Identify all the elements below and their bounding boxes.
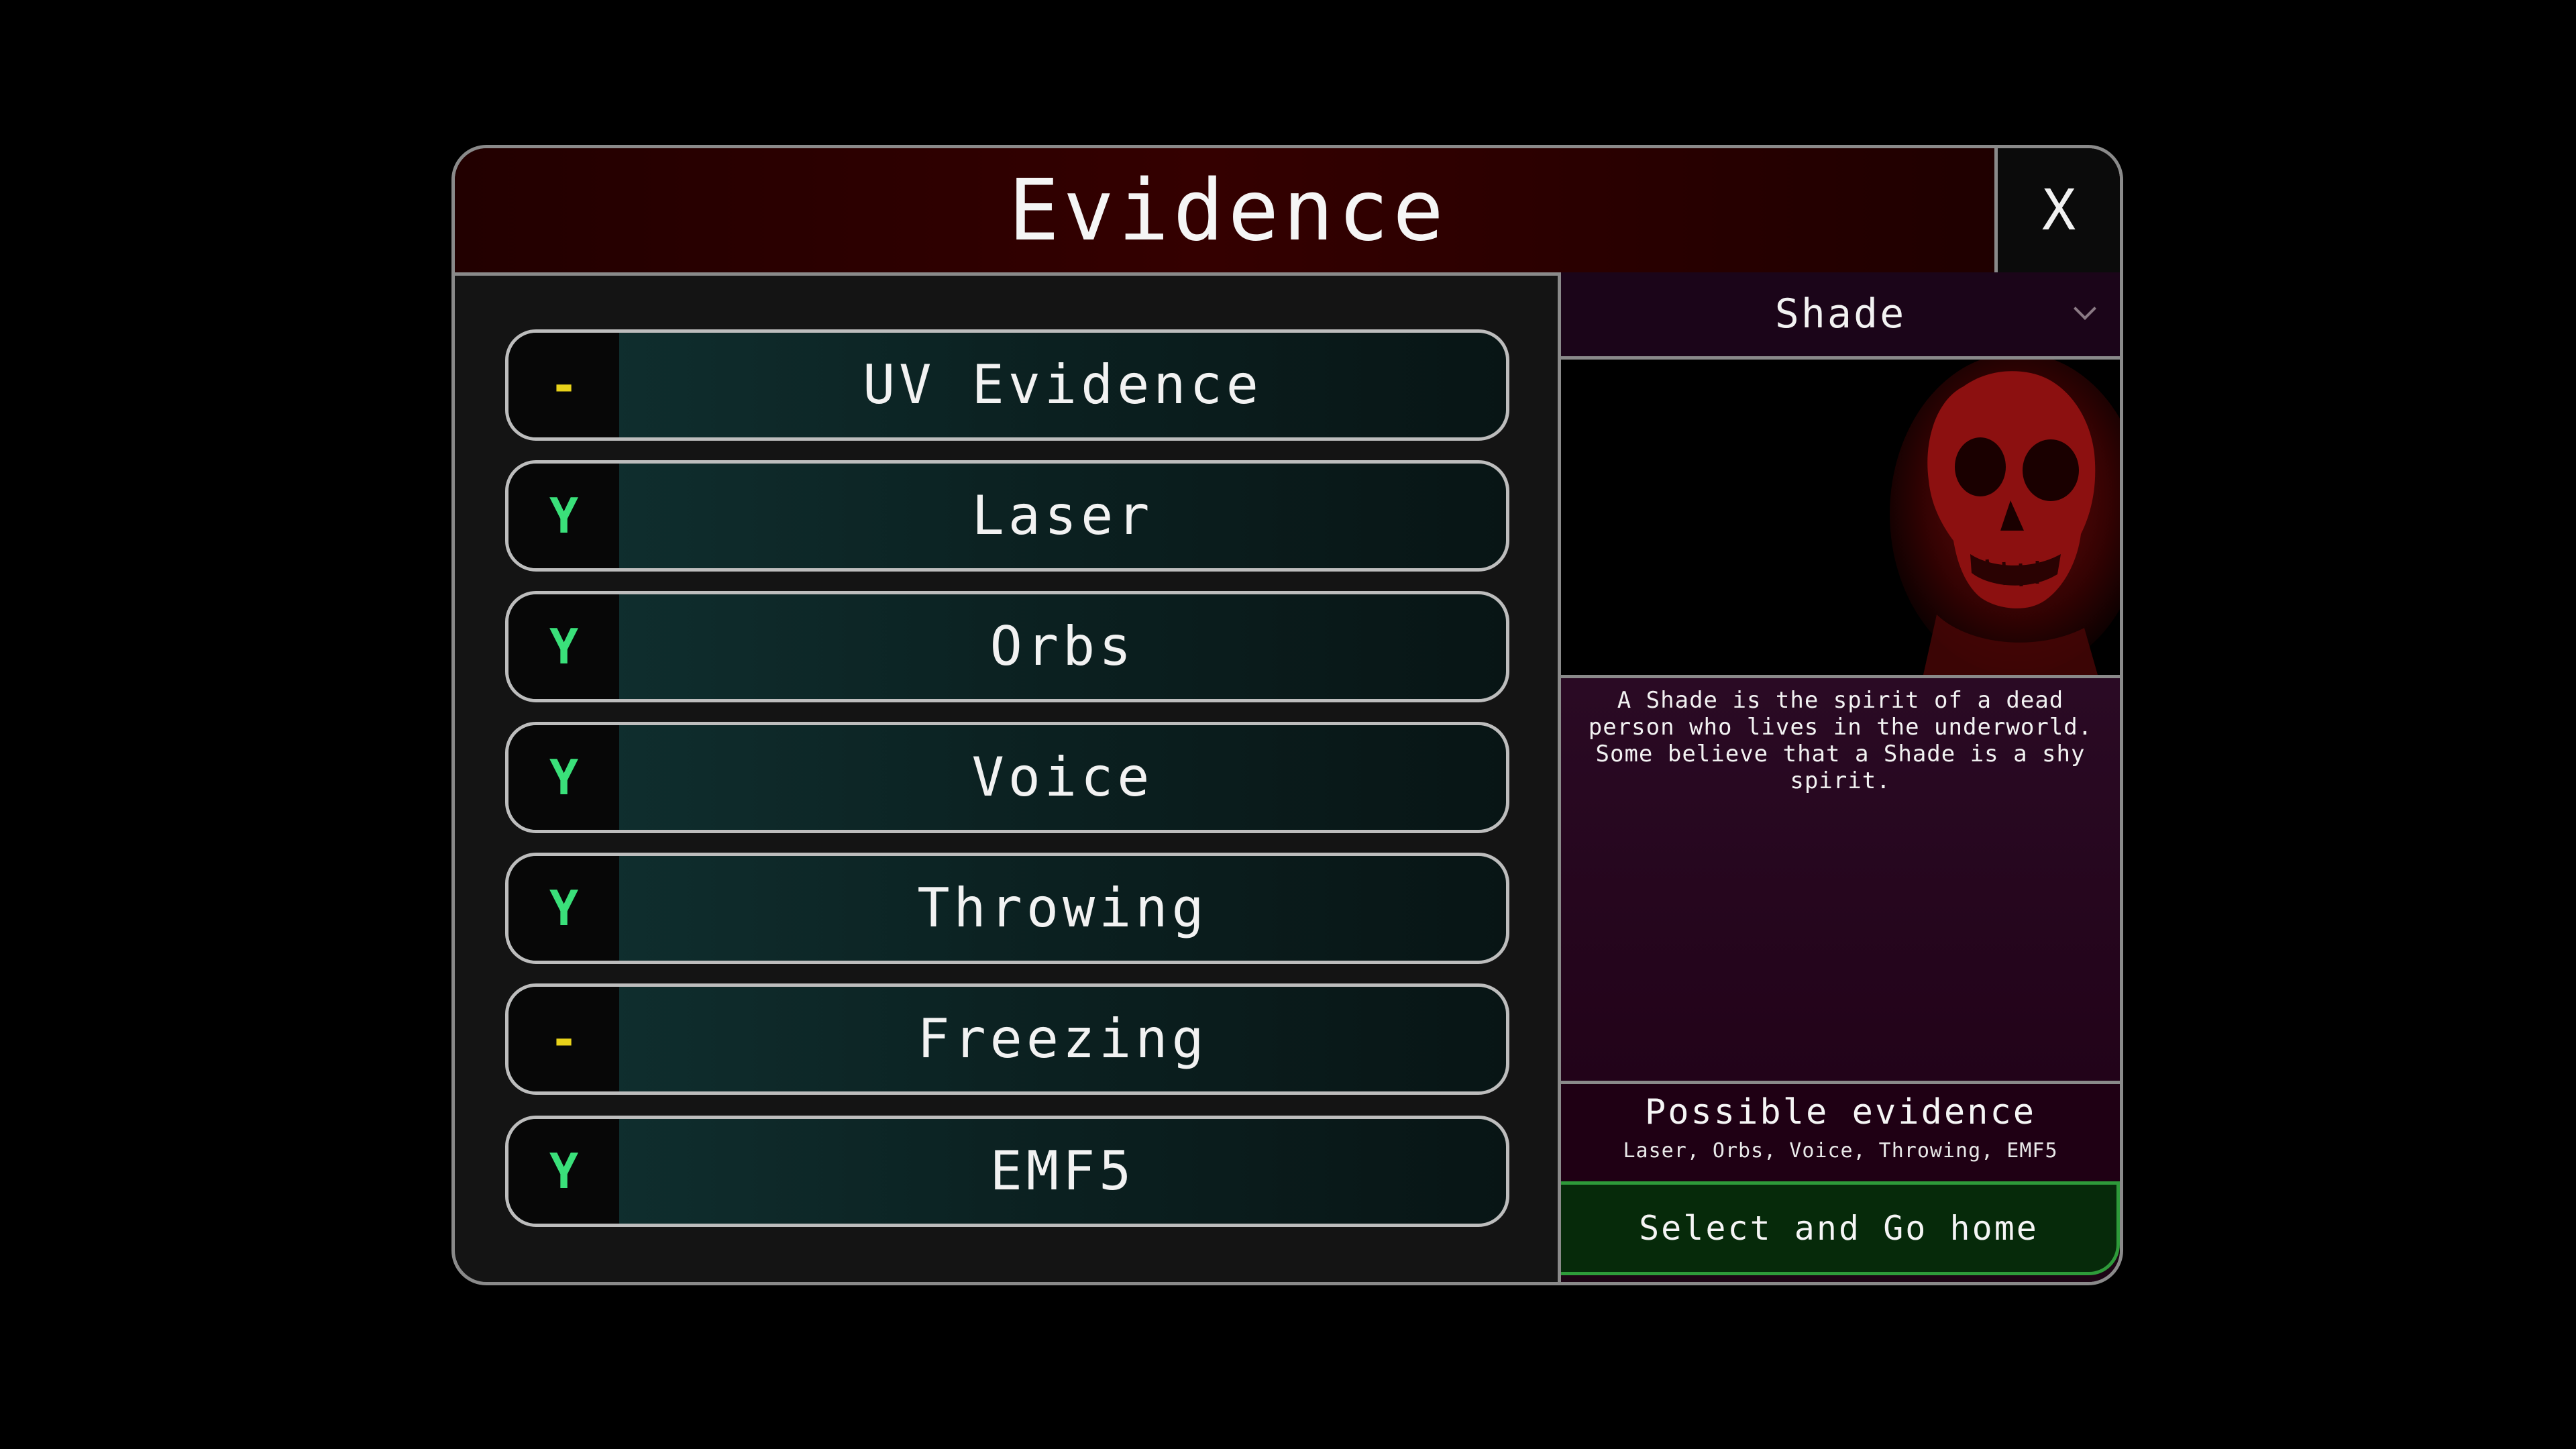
possible-evidence-box: Possible evidence Laser, Orbs, Voice, Th… [1561,1081,2120,1181]
evidence-row-emf5[interactable]: Y EMF5 [505,1116,1509,1227]
evidence-status[interactable]: - [508,987,619,1091]
chevron-down-icon [2074,297,2096,320]
dialog-title: Evidence [1008,161,1448,260]
evidence-status[interactable]: - [508,333,619,437]
evidence-row-laser[interactable]: Y Laser [505,460,1509,572]
possible-evidence-title: Possible evidence [1644,1092,2037,1132]
evidence-status[interactable]: Y [508,1119,619,1224]
ghost-description: A Shade is the spirit of a dead person w… [1588,687,2093,794]
evidence-row-freezing[interactable]: - Freezing [505,983,1509,1095]
evidence-row-throwing[interactable]: Y Throwing [505,853,1509,964]
evidence-label: Freezing [917,1008,1208,1070]
evidence-row-voice[interactable]: Y Voice [505,722,1509,833]
evidence-label: Voice [971,746,1154,808]
evidence-status[interactable]: Y [508,725,619,830]
evidence-label: Laser [971,484,1154,547]
evidence-dialog: Evidence X - UV Evidence Y Laser Y Orbs … [451,145,2123,1285]
ghost-panel: Shade A Shade is the spirit of a dead pe… [1558,272,2120,1282]
evidence-row-orbs[interactable]: Y Orbs [505,591,1509,702]
evidence-status[interactable]: Y [508,464,619,568]
evidence-row-uv[interactable]: - UV Evidence [505,329,1509,441]
ghost-portrait [1561,360,2120,678]
possible-evidence-list: Laser, Orbs, Voice, Throwing, EMF5 [1623,1139,2058,1163]
evidence-status[interactable]: Y [508,594,619,699]
evidence-status[interactable]: Y [508,856,619,961]
dialog-header: Evidence X [455,148,2120,276]
evidence-label: Orbs [989,615,1136,678]
select-go-home-button[interactable]: Select and Go home [1561,1181,2120,1275]
evidence-label: UV Evidence [863,354,1263,416]
evidence-label: Throwing [917,877,1208,939]
close-button[interactable]: X [1994,148,2120,272]
evidence-label: EMF5 [989,1140,1136,1202]
evidence-list: - UV Evidence Y Laser Y Orbs Y Voice Y T… [505,329,1509,1246]
ghost-type-dropdown[interactable]: Shade [1561,272,2120,360]
skull-icon [1561,360,2120,675]
ghost-type-selected: Shade [1774,290,1907,337]
